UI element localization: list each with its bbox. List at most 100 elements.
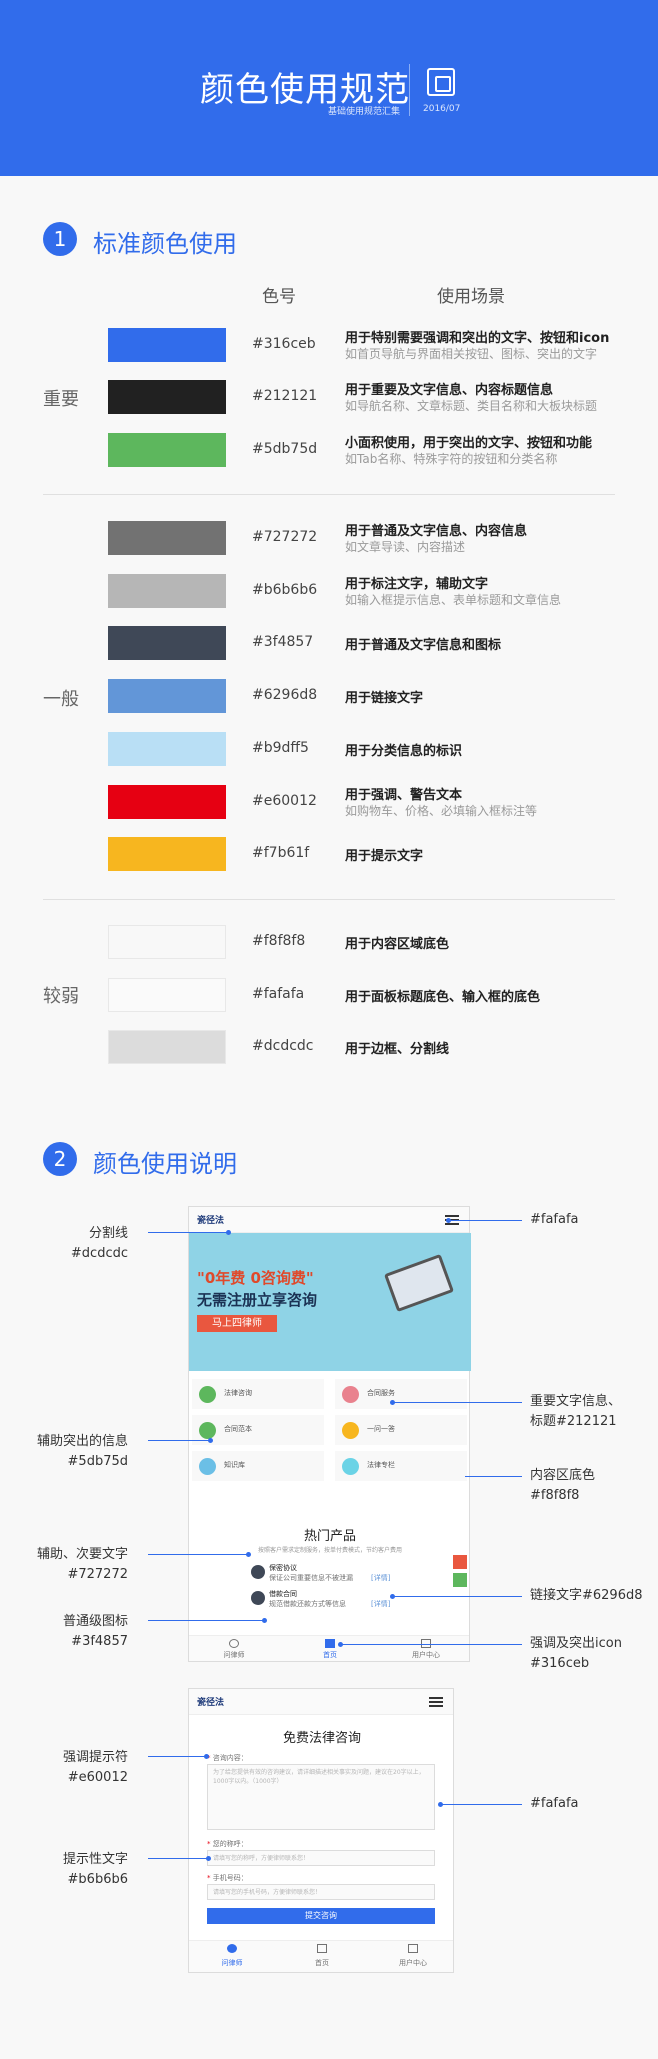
tab-home[interactable]: 首页 xyxy=(292,1958,352,1968)
ann-text: 重要文字信息、 xyxy=(530,1394,622,1409)
usage-primary: 用于链接文字 xyxy=(345,691,424,706)
phone-mock-form: 瓷径法 免费法律咨询 * 咨询内容： 为了给您提供有效的咨询建议，请详细描述相关… xyxy=(188,1688,454,1973)
card-label: 法律专栏 xyxy=(367,1461,395,1469)
section2-title: 颜色使用说明 xyxy=(93,1150,237,1178)
usage-primary: 用于标注文字，辅助文字 xyxy=(345,577,489,592)
template-icon xyxy=(199,1422,216,1439)
color-code: #b9dff5 xyxy=(252,740,309,756)
phone-top-bar: 瓷径法 xyxy=(189,1689,453,1715)
prod2-link[interactable]: [详情] xyxy=(371,1599,390,1609)
color-code: #b6b6b6 xyxy=(252,582,318,598)
color-code: #dcdcdc xyxy=(252,1038,314,1054)
ann-divider: 分割线 #dcdcdc xyxy=(20,1224,128,1264)
chat-icon xyxy=(227,1944,237,1953)
placeholder: 为了给您提供有效的咨询建议，请详细描述相关事实及问题，建议在20字以上，1000… xyxy=(213,1769,425,1785)
ann-content-bg: 内容区底色 #f8f8f8 xyxy=(530,1466,595,1506)
color-swatch xyxy=(108,521,226,555)
submit-button[interactable]: 提交咨询 xyxy=(207,1908,435,1924)
phone-label: * 手机号码： xyxy=(207,1873,248,1883)
tab-home[interactable]: 首页 xyxy=(300,1650,360,1660)
prod2-title[interactable]: 借款合同 xyxy=(269,1589,297,1599)
col-code-header: 色号 xyxy=(262,287,296,307)
color-code: #5db75d xyxy=(252,441,318,457)
usage-primary: 用于特别需要强调和突出的文字、按钮和icon xyxy=(345,331,610,346)
banner-button[interactable]: 马上四律师 xyxy=(197,1315,277,1332)
tab-ask[interactable]: 问律师 xyxy=(202,1958,262,1968)
tab-user[interactable]: 用户中心 xyxy=(383,1958,443,1968)
ann-text: 辅助突出的信息 xyxy=(36,1434,128,1449)
bottom-tabbar: 问律师 首页 用户中心 xyxy=(189,1940,453,1972)
usage-primary: 用于面板标题底色、输入框的底色 xyxy=(345,990,541,1005)
ann-code: #f8f8f8 xyxy=(530,1488,580,1503)
form-title: 免费法律咨询 xyxy=(282,1731,361,1746)
usage-example: 如首页导航与界面相关按钮、图标、突出的文字 xyxy=(345,347,598,361)
section1-title: 标准颜色使用 xyxy=(93,230,237,258)
tab-ask[interactable]: 问律师 xyxy=(204,1650,264,1660)
color-swatch xyxy=(108,837,226,871)
brand-logo-icon xyxy=(427,68,455,96)
ann-text: 提示性文字 xyxy=(62,1852,128,1867)
menu-icon[interactable] xyxy=(429,1697,443,1707)
color-swatch xyxy=(108,574,226,608)
card-column[interactable]: 法律专栏 xyxy=(335,1451,467,1481)
label-text: 手机号码： xyxy=(212,1874,248,1882)
share-icon[interactable] xyxy=(453,1573,467,1587)
card-label: 一问一答 xyxy=(367,1425,395,1433)
usage-primary: 用于重要及文字信息、内容标题信息 xyxy=(345,383,554,398)
usage-primary: 用于普通及文字信息、内容信息 xyxy=(345,524,528,539)
ann-line xyxy=(440,1804,522,1805)
banner-line2: 无需注册立享咨询 xyxy=(197,1291,318,1309)
color-swatch xyxy=(108,1030,226,1064)
ann-input-bg: #fafafa xyxy=(530,1796,579,1811)
section2-number: 2 xyxy=(43,1142,77,1176)
page-date: 2016/07 xyxy=(423,104,461,114)
color-swatch xyxy=(108,626,226,660)
ann-code: #316ceb xyxy=(530,1656,590,1671)
color-swatch xyxy=(108,732,226,766)
promo-banner[interactable]: "0年费 0咨询费" 无需注册立享咨询 马上四律师 xyxy=(189,1233,471,1371)
ann-line xyxy=(148,1440,210,1441)
usage-primary: 用于提示文字 xyxy=(345,849,424,864)
question-textarea[interactable]: 为了给您提供有效的咨询建议，请详细描述相关事实及问题，建议在20字以上，1000… xyxy=(207,1764,435,1830)
usage-primary: 小面积使用，用于突出的文字、按钮和功能 xyxy=(345,436,593,451)
phone-input[interactable]: 请填写您的手机号码，方便律师联系您！ xyxy=(207,1884,435,1900)
color-code: #fafafa xyxy=(252,986,305,1002)
ann-code: #727272 xyxy=(67,1567,128,1582)
ann-dot xyxy=(438,1802,443,1807)
name-input[interactable]: 请填写您的称呼，方便律师联系您！ xyxy=(207,1850,435,1866)
name-label: * 您的称呼： xyxy=(207,1839,248,1849)
ann-emphasis: 强调及突出icon #316ceb xyxy=(530,1634,622,1674)
user-icon xyxy=(408,1944,418,1953)
card-qa[interactable]: 一问一答 xyxy=(335,1415,467,1445)
card-contract-service[interactable]: 合同服务 xyxy=(335,1379,467,1409)
usage-example: 如文章导读、内容描述 xyxy=(345,540,466,554)
card-knowledge[interactable]: 知识库 xyxy=(192,1451,324,1481)
color-swatch xyxy=(108,978,226,1012)
group-weak: 较弱 xyxy=(43,986,79,1007)
color-swatch xyxy=(108,925,226,959)
product-icon xyxy=(251,1591,265,1605)
color-code: #727272 xyxy=(252,529,318,545)
laptop-illustration-icon xyxy=(383,1253,455,1313)
ann-normal-icon: 普通级图标 #3f4857 xyxy=(10,1612,128,1652)
color-swatch xyxy=(108,433,226,467)
ann-line xyxy=(148,1620,264,1621)
product-icon xyxy=(251,1565,265,1579)
ann-line xyxy=(340,1644,522,1645)
ann-required: 强调提示符 #e60012 xyxy=(10,1748,128,1788)
ann-line xyxy=(148,1554,248,1555)
cart-icon[interactable] xyxy=(453,1555,467,1569)
col-usage-header: 使用场景 xyxy=(437,287,505,307)
home-icon xyxy=(325,1639,335,1648)
tab-user[interactable]: 用户中心 xyxy=(396,1650,456,1660)
prod1-title[interactable]: 保密协议 xyxy=(269,1563,297,1573)
card-legal-consult[interactable]: 法律咨询 xyxy=(192,1379,324,1409)
color-swatch xyxy=(108,328,226,362)
page-header: 颜色使用规范 基础使用规范汇集 2016/07 xyxy=(0,0,658,176)
card-label: 合同范本 xyxy=(224,1425,252,1433)
ann-hint: 提示性文字 #b6b6b6 xyxy=(10,1850,128,1890)
ann-text: 分割线 xyxy=(88,1226,128,1241)
hot-subtitle: 按照客户需求定制服务，按单付费模式，节约客户费用 xyxy=(257,1547,402,1554)
prod1-link[interactable]: [详情] xyxy=(371,1573,390,1583)
ann-line xyxy=(148,1858,208,1859)
